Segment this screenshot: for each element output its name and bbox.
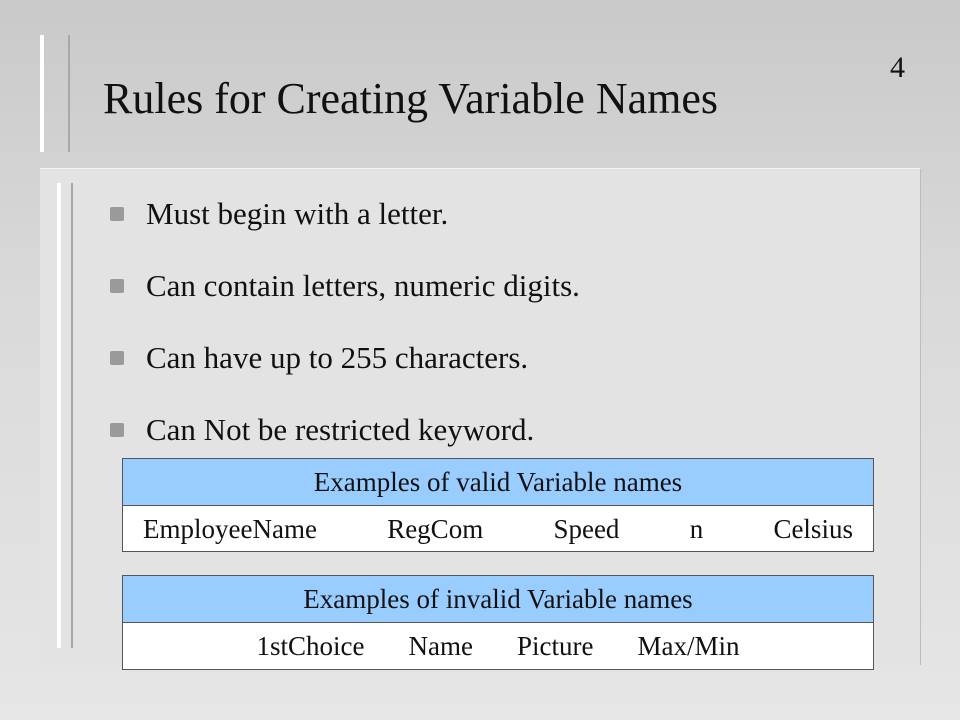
title-accent-bar [40,35,70,152]
slide-number: 4 [890,51,905,84]
invalid-name: Name [408,631,473,661]
valid-examples-box: Examples of valid Variable names Employe… [122,458,874,552]
valid-name: Speed [553,514,620,544]
bullet-text: Can Not be restricted keyword. [146,412,535,447]
valid-name: RegCom [387,514,484,544]
content-accent-bar [57,183,73,648]
bullet-marker-icon [110,351,124,365]
bullet-text: Can contain letters, numeric digits. [146,268,580,303]
valid-name: EmployeeName [143,514,317,544]
bullet-marker-icon [110,279,124,293]
bullet-marker-icon [110,423,124,437]
bullet-marker-icon [110,207,124,221]
valid-examples-heading: Examples of valid Variable names [123,459,873,506]
invalid-name: Max/Min [637,631,740,661]
bullet-text: Can have up to 255 characters. [146,340,529,375]
invalid-name: 1stChoice [256,631,365,661]
invalid-name: Picture [516,631,594,661]
invalid-examples-heading: Examples of invalid Variable names [123,576,873,623]
invalid-examples-box: Examples of invalid Variable names 1stCh… [122,575,874,670]
valid-name: Celsius [773,514,853,544]
valid-name: n [689,514,704,544]
valid-examples-names: EmployeeName RegCom Speed n Celsius [123,506,873,552]
bullet-text: Must begin with a letter. [146,196,449,231]
invalid-examples-names: 1stChoice Name Picture Max/Min [123,623,873,669]
slide-title: Rules for Creating Variable Names [103,74,719,123]
